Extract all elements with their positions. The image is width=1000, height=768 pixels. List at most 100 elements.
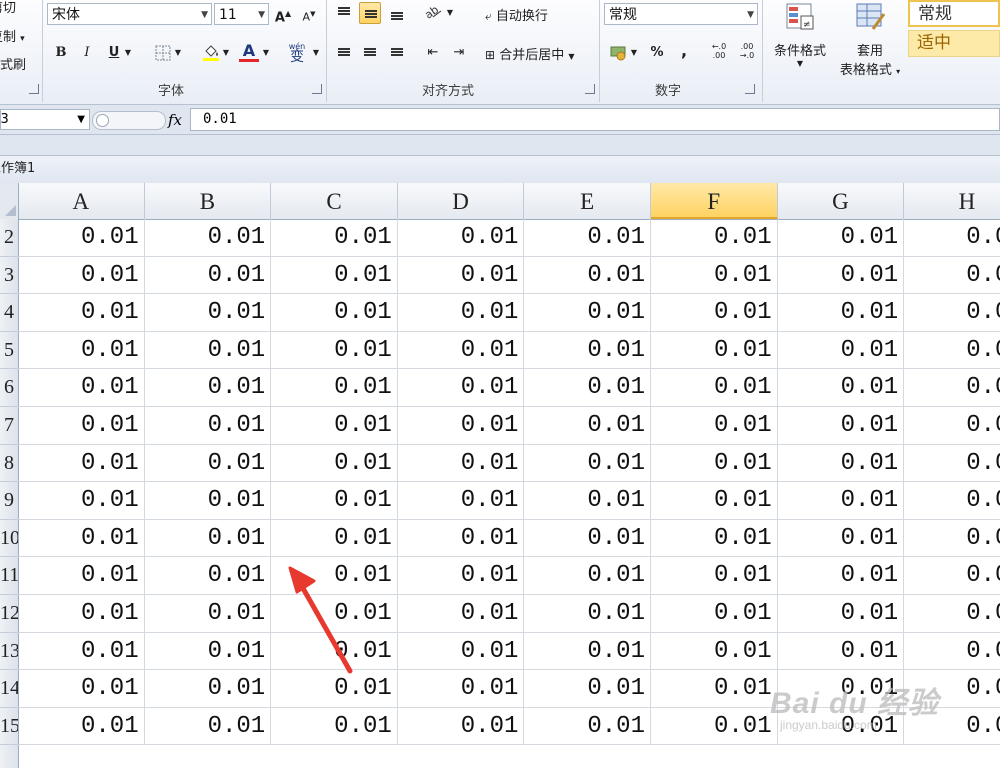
cell[interactable]: 0.01 [651, 331, 778, 370]
row-header[interactable]: 3 [0, 257, 18, 295]
column-header-f[interactable]: F [651, 183, 778, 219]
cell[interactable]: 0.01 [524, 557, 651, 595]
cell[interactable]: 0.01 [651, 407, 778, 445]
cell[interactable]: 0.01 [144, 369, 272, 407]
column-header-g[interactable]: G [778, 183, 905, 219]
cell[interactable]: 0.01 [777, 369, 905, 407]
cell[interactable]: 0.01 [904, 595, 1000, 633]
cell[interactable]: 0.01 [397, 331, 525, 370]
cell[interactable]: 0.01 [397, 707, 525, 746]
cell-style-normal[interactable]: 常规 [908, 0, 1000, 27]
cell[interactable]: 0.01 [904, 445, 1000, 483]
row-header[interactable]: 6 [0, 369, 18, 407]
fill-color-dropdown-icon[interactable]: ▼ [220, 42, 232, 64]
row-header[interactable]: 15 [0, 708, 18, 746]
comma-style-button[interactable]: , [673, 40, 695, 62]
cell[interactable]: 0.01 [18, 557, 145, 595]
cell[interactable]: 0.01 [397, 595, 525, 633]
cell[interactable]: 0.01 [271, 632, 398, 671]
insert-function-button[interactable]: fx [168, 111, 182, 129]
cell[interactable]: 0.01 [524, 294, 651, 332]
cell[interactable]: 0.01 [904, 633, 1000, 671]
cell[interactable]: 0.01 [144, 294, 272, 332]
cell[interactable]: 0.01 [524, 407, 651, 445]
column-header-c[interactable]: C [271, 183, 398, 219]
cell[interactable]: 0.01 [397, 256, 525, 295]
grow-font-button[interactable]: A▲ [272, 3, 294, 25]
row-header[interactable]: 14 [0, 670, 18, 708]
align-right-button[interactable] [386, 42, 408, 64]
cell[interactable]: 0.01 [271, 407, 398, 445]
cell[interactable]: 0.01 [144, 407, 272, 445]
row-header[interactable]: 4 [0, 294, 18, 332]
cell[interactable]: 0.01 [651, 519, 778, 558]
font-color-button[interactable]: A [238, 40, 260, 62]
cell[interactable]: 0.01 [397, 482, 525, 520]
borders-dropdown-icon[interactable]: ▼ [172, 42, 184, 64]
cell[interactable]: 0.01 [271, 369, 398, 407]
cell[interactable]: 0.01 [524, 632, 651, 671]
cell[interactable]: 0.01 [777, 219, 905, 257]
align-top-button[interactable] [333, 2, 355, 24]
cell[interactable]: 0.01 [524, 369, 651, 407]
cell[interactable]: 0.01 [524, 519, 651, 558]
cell[interactable]: 0.01 [18, 444, 145, 483]
column-header-e[interactable]: E [524, 183, 651, 219]
row-header[interactable]: 10 [0, 520, 18, 558]
shrink-font-button[interactable]: A▼ [298, 3, 320, 25]
cell[interactable]: 0.01 [777, 331, 905, 370]
row-header[interactable]: 7 [0, 407, 18, 445]
cell[interactable]: 0.01 [144, 595, 272, 633]
cell[interactable]: 0.01 [271, 557, 398, 595]
row-header[interactable]: 9 [0, 482, 18, 520]
increase-indent-button[interactable]: ⇥ [448, 42, 470, 64]
cell[interactable]: 0.01 [651, 595, 778, 633]
cell[interactable]: 0.01 [777, 256, 905, 295]
number-format-combobox[interactable]: 常规 ▼ [604, 3, 758, 25]
cell[interactable]: 0.01 [397, 407, 525, 445]
cell[interactable]: 0.01 [904, 257, 1000, 295]
row-header[interactable]: 13 [0, 633, 18, 671]
cell[interactable]: 0.01 [904, 332, 1000, 370]
merge-center-button[interactable]: ⊞ 合并后居中 ▼ [485, 44, 575, 63]
cell[interactable]: 0.01 [397, 557, 525, 595]
cell[interactable]: 0.01 [271, 670, 398, 708]
row-header[interactable]: 11 [0, 557, 18, 595]
cell[interactable]: 0.01 [18, 219, 145, 257]
font-launcher-icon[interactable] [312, 84, 322, 94]
conditional-formatting-button[interactable]: ≠ 条件格式 ▼ [769, 2, 831, 68]
cell[interactable]: 0.01 [524, 331, 651, 370]
cell[interactable]: 0.01 [524, 256, 651, 295]
cell[interactable]: 0.01 [777, 557, 905, 595]
cell[interactable]: 0.01 [18, 482, 145, 520]
cell[interactable]: 0.01 [18, 670, 145, 708]
cell[interactable]: 0.01 [904, 520, 1000, 558]
cell[interactable]: 0.01 [271, 482, 398, 520]
cell[interactable]: 0.01 [144, 256, 272, 295]
cell-style-neutral[interactable]: 适中 [908, 30, 1000, 57]
row-header[interactable]: 2 [0, 219, 18, 257]
cell[interactable]: 0.01 [777, 482, 905, 520]
cell[interactable]: 0.01 [18, 707, 145, 746]
bold-button[interactable]: B [50, 42, 72, 64]
cell[interactable]: 0.01 [524, 219, 651, 257]
cell[interactable]: 0.01 [397, 670, 525, 708]
cell[interactable]: 0.01 [144, 557, 272, 595]
cell[interactable]: 0.01 [651, 369, 778, 407]
font-size-combobox[interactable]: 11 ▼ [214, 3, 269, 25]
fill-color-button[interactable] [200, 42, 222, 64]
cell[interactable]: 0.01 [144, 482, 272, 520]
cell[interactable]: 0.01 [524, 444, 651, 483]
orientation-dropdown-icon[interactable]: ▼ [444, 2, 456, 24]
increase-decimal-button[interactable]: ←.0 .00 [706, 42, 732, 64]
cell[interactable]: 0.01 [651, 444, 778, 483]
cell[interactable]: 0.01 [18, 369, 145, 407]
row-header[interactable]: 12 [0, 595, 18, 633]
align-middle-button[interactable] [359, 2, 381, 24]
cell[interactable]: 0.01 [904, 294, 1000, 332]
cell[interactable]: 0.01 [397, 519, 525, 558]
cell[interactable]: 0.01 [18, 632, 145, 671]
format-painter-button[interactable]: 格式刷 [0, 54, 26, 73]
cell[interactable]: 0.01 [18, 294, 145, 332]
cell[interactable]: 0.01 [144, 707, 272, 746]
